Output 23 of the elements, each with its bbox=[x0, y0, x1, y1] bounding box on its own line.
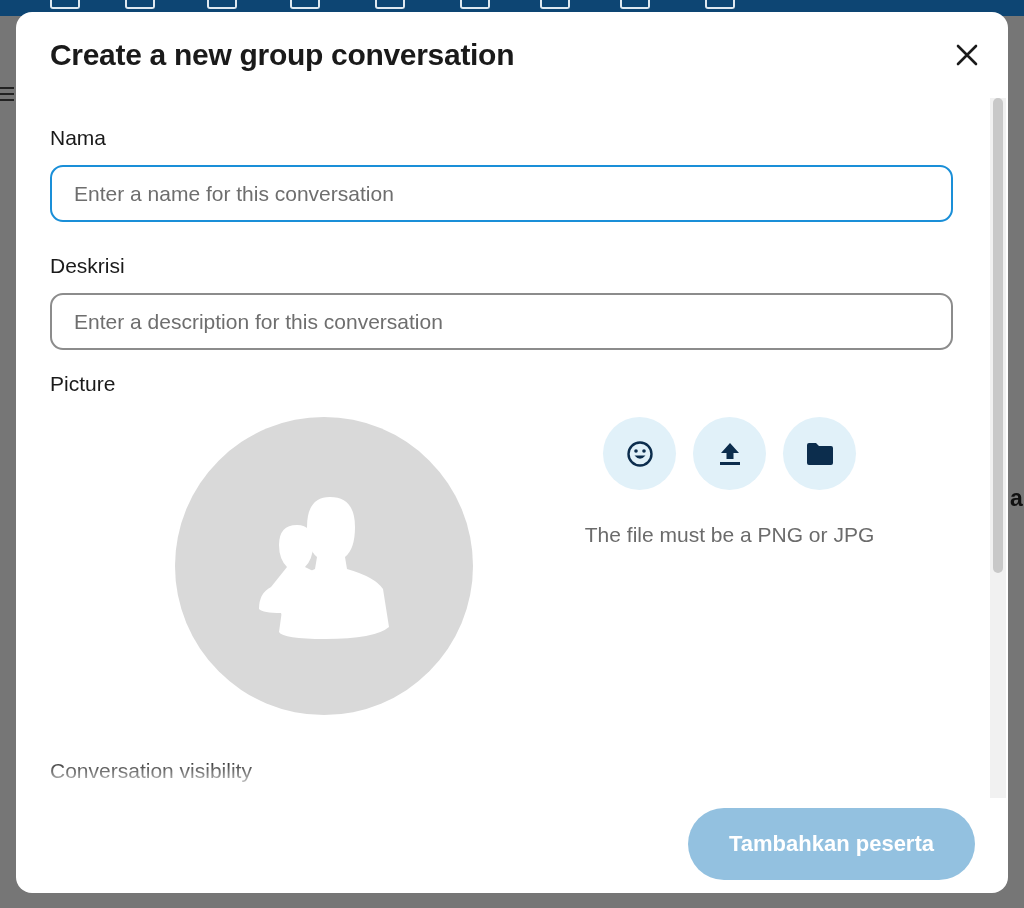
field-label: Nama bbox=[50, 125, 108, 151]
nav-icon[interactable] bbox=[50, 0, 80, 9]
nav-icon[interactable] bbox=[125, 0, 155, 9]
field-label: Conversation visibility bbox=[50, 758, 253, 784]
nav-icon[interactable] bbox=[620, 0, 650, 9]
field-label: Picture bbox=[50, 371, 117, 397]
nav-icon[interactable] bbox=[540, 0, 570, 9]
nav-icon[interactable] bbox=[460, 0, 490, 9]
nav-icon[interactable] bbox=[207, 0, 237, 9]
text-field[interactable]: Enter a name for this conversation bbox=[50, 165, 953, 222]
nav-icon[interactable] bbox=[375, 0, 405, 9]
scrollbar[interactable] bbox=[990, 98, 1006, 798]
file-type-hint: The file must be a PNG or JPG bbox=[584, 523, 875, 547]
menu-icon[interactable] bbox=[0, 86, 14, 102]
background-text: a bbox=[1010, 485, 1023, 512]
field-label: Deskrisi bbox=[50, 253, 126, 279]
text-field[interactable]: Enter a description for this conversation bbox=[50, 293, 953, 350]
folder-icon bbox=[805, 441, 834, 466]
smiley-icon bbox=[625, 439, 654, 468]
dialog-title: Create a new group conversation bbox=[50, 38, 515, 72]
nav-icon[interactable] bbox=[290, 0, 320, 9]
upload-icon bbox=[718, 441, 741, 466]
nav-icon[interactable] bbox=[705, 0, 735, 9]
